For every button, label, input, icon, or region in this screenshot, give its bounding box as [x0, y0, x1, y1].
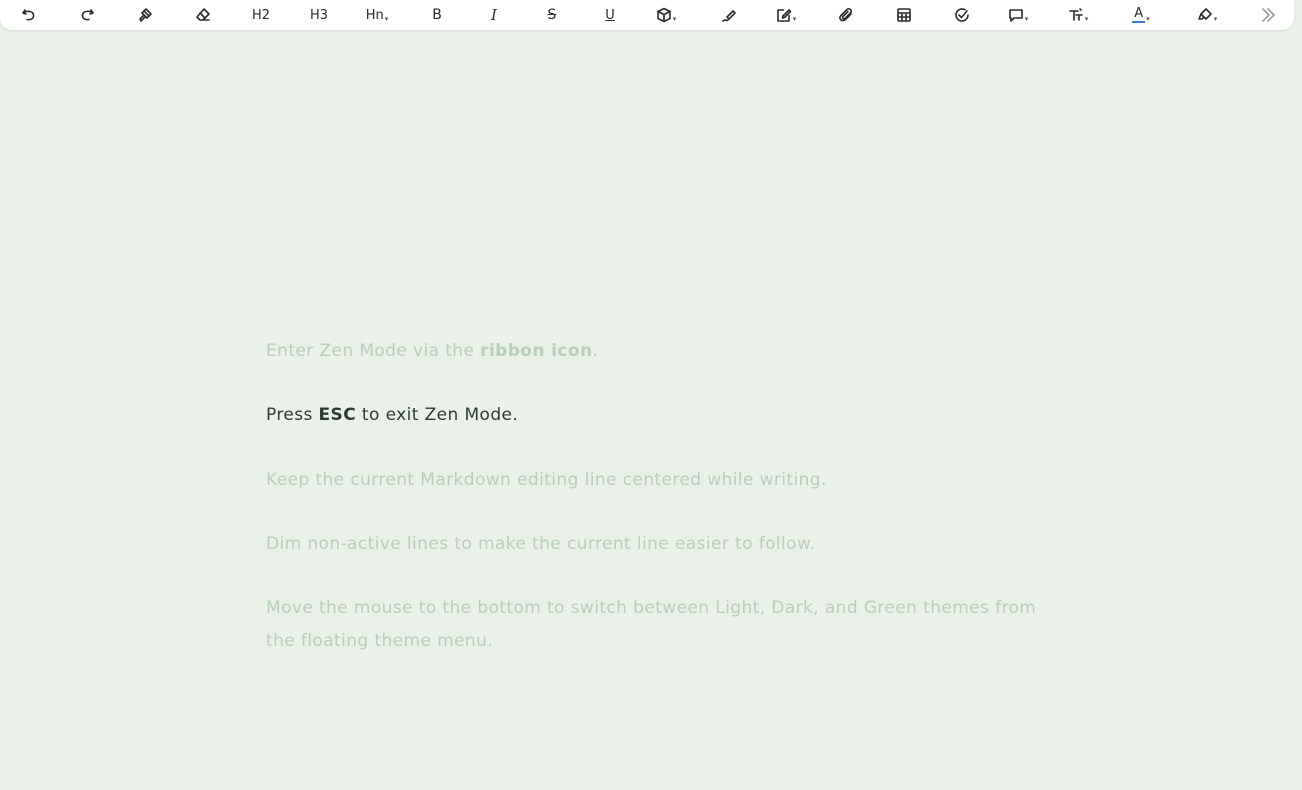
undo-button[interactable]: [14, 3, 44, 27]
task-button[interactable]: [947, 3, 977, 27]
chevron-down-icon: ▾: [1146, 15, 1150, 23]
chevron-down-icon: ▾: [792, 15, 797, 23]
format-painter-button[interactable]: [130, 3, 160, 27]
heading-2-label: H2: [251, 7, 271, 23]
edit-square-icon: [776, 9, 792, 22]
chevron-down-icon: ▾: [672, 15, 677, 23]
heading-n-label: Hn: [365, 7, 384, 23]
table-icon: [897, 8, 911, 22]
italic-label: I: [491, 5, 497, 24]
double-chevron-right-icon: [1262, 8, 1275, 22]
signature-button[interactable]: [714, 3, 744, 27]
bold-label: B: [432, 7, 442, 23]
redo-icon: [81, 9, 94, 21]
formatting-toolbar: H2 H3 Hn ▾ B I S U ▾ ▾ ▾ ▾ A ▾ ▾: [0, 0, 1294, 30]
bold-button[interactable]: B: [422, 3, 452, 27]
chevron-down-icon: ▾: [384, 15, 389, 23]
text-size-icon: [1068, 8, 1083, 21]
editor-line: the floating theme menu.: [266, 631, 494, 651]
chevron-down-icon: ▾: [1084, 15, 1089, 23]
paperclip-icon: [839, 7, 853, 22]
callout-button[interactable]: ▾: [1003, 3, 1033, 27]
editor-line: Enter Zen Mode via the ribbon icon.: [266, 341, 599, 361]
heading-3-button[interactable]: H3: [304, 3, 334, 27]
eraser-icon: [196, 8, 210, 21]
heading-3-label: H3: [309, 7, 329, 23]
check-circle-icon: [955, 8, 969, 22]
chevron-down-icon: ▾: [1213, 15, 1218, 23]
cube-icon: [656, 7, 671, 23]
strikethrough-label: S: [547, 7, 557, 23]
text-size-button[interactable]: ▾: [1063, 3, 1093, 27]
active-editor-line[interactable]: Press ESC to exit Zen Mode.: [266, 399, 518, 432]
clear-format-button[interactable]: [188, 3, 218, 27]
callout-icon: [1008, 9, 1023, 22]
editor-line: Dim non-active lines to make the current…: [266, 534, 816, 554]
strikethrough-button[interactable]: S: [537, 3, 567, 27]
table-button[interactable]: [889, 3, 919, 27]
insert-block-button[interactable]: ▾: [651, 3, 681, 27]
highlight-button[interactable]: ▾: [1192, 3, 1222, 27]
redo-button[interactable]: [72, 3, 102, 27]
heading-2-button[interactable]: H2: [246, 3, 276, 27]
paint-brush-icon: [139, 8, 152, 22]
chevron-down-icon: ▾: [1024, 15, 1029, 23]
font-color-label: A: [1132, 6, 1146, 23]
edit-button[interactable]: ▾: [771, 3, 801, 27]
editor-line: Keep the current Markdown editing line c…: [266, 470, 827, 490]
undo-icon: [22, 9, 35, 21]
font-color-button[interactable]: A ▾: [1126, 3, 1156, 27]
more-button[interactable]: [1253, 3, 1283, 27]
editor-line: Move the mouse to the bottom to switch b…: [266, 598, 1037, 618]
italic-button[interactable]: I: [479, 3, 509, 27]
highlighter-icon: [1197, 8, 1212, 20]
attachment-button[interactable]: [831, 3, 861, 27]
underline-button[interactable]: U: [595, 3, 625, 27]
heading-n-button[interactable]: Hn ▾: [362, 3, 392, 27]
pen-squiggle-icon: [722, 10, 736, 22]
underline-label: U: [605, 7, 615, 23]
